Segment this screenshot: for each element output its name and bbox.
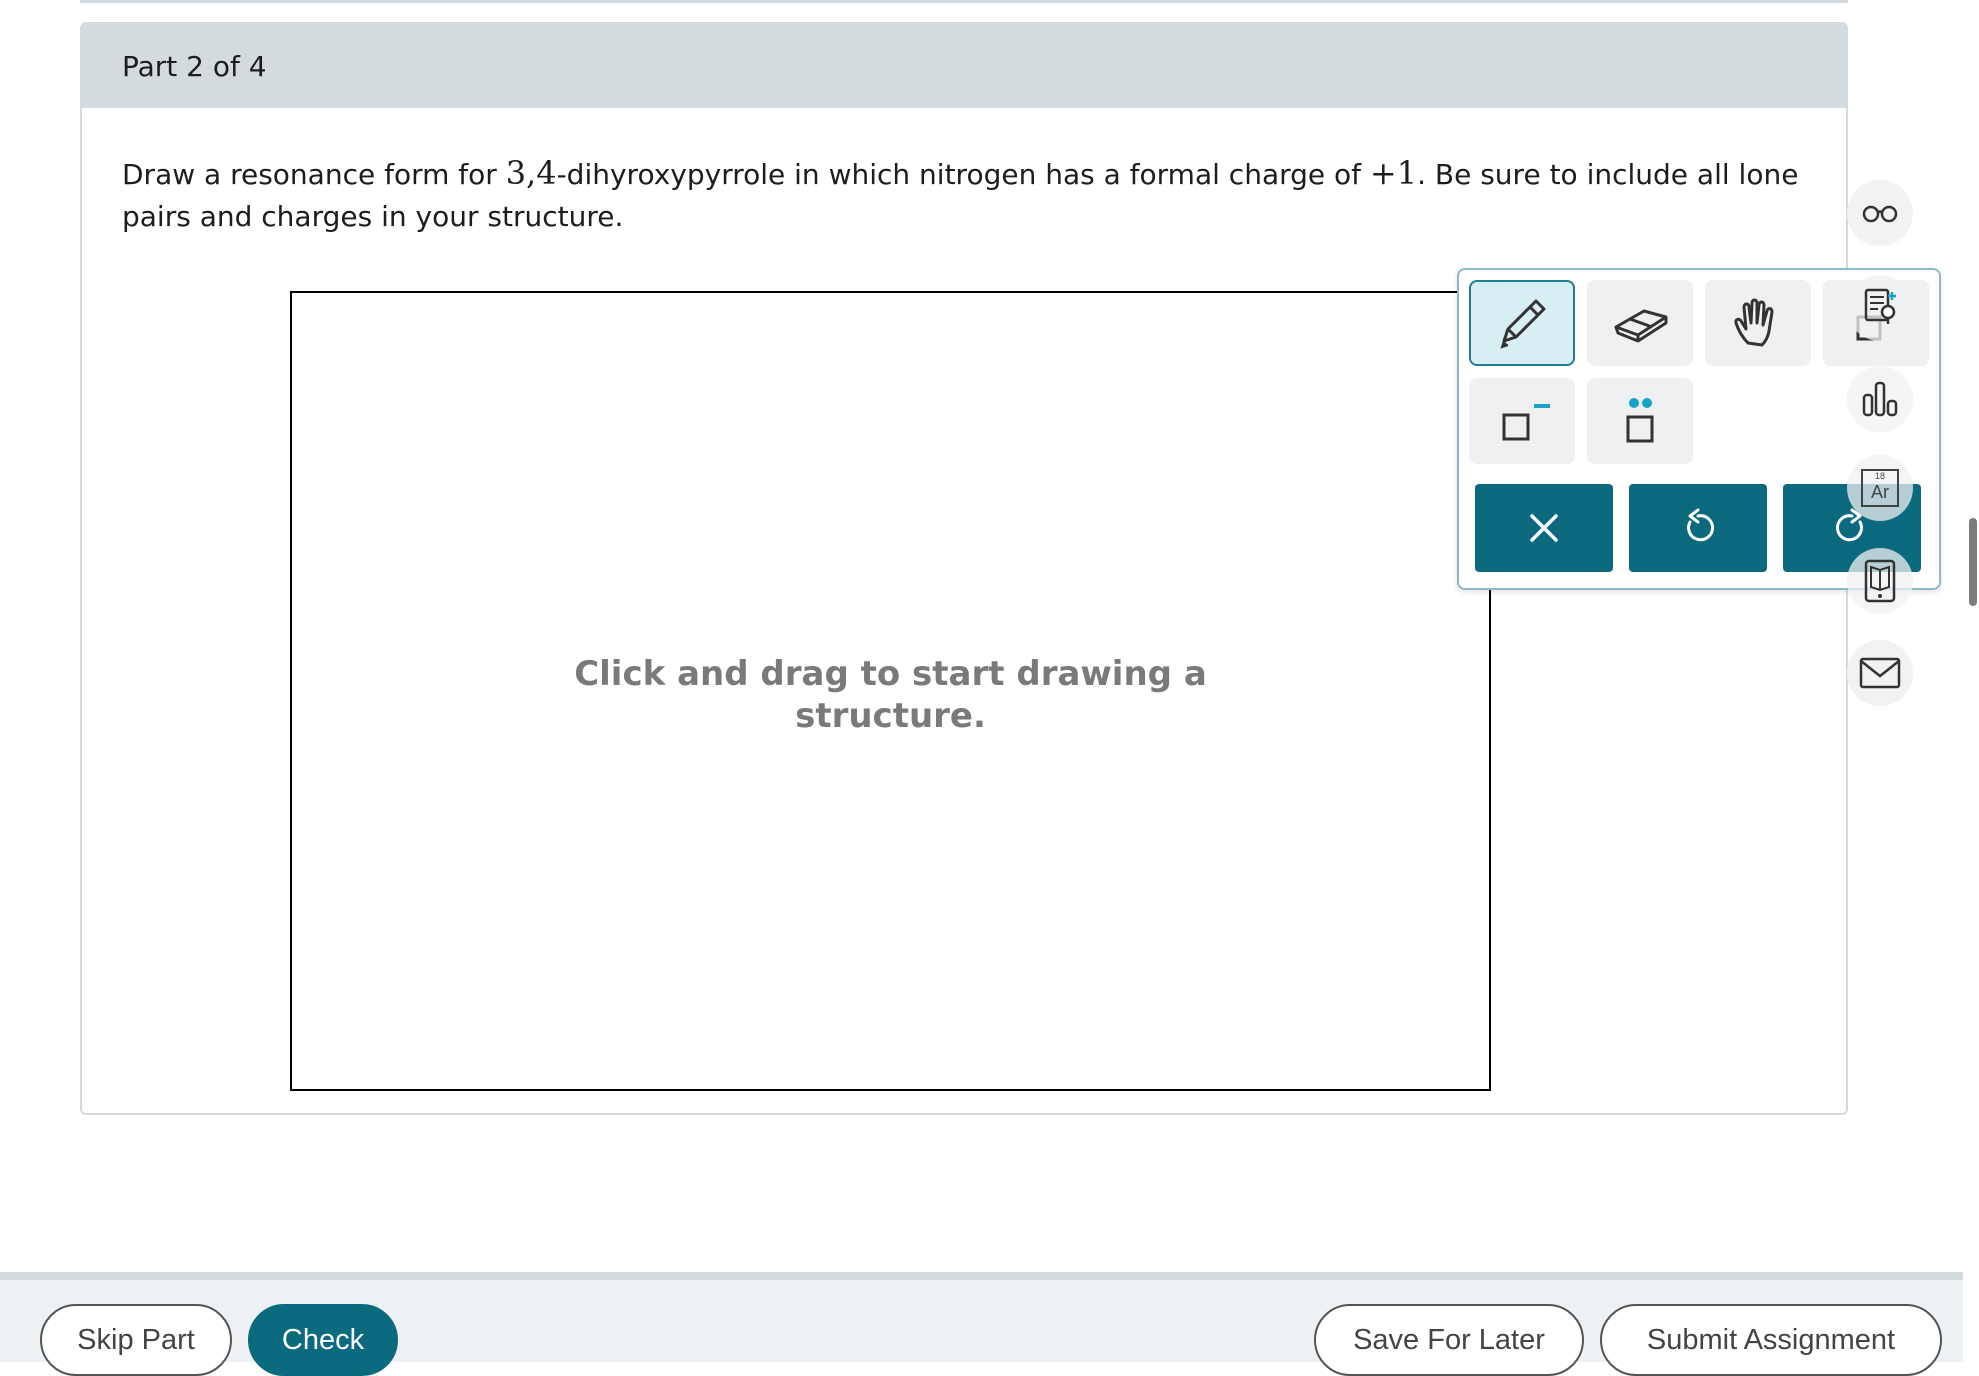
part-header: Part 2 of 4 — [82, 24, 1846, 108]
compound-number: 3,4 — [505, 154, 557, 192]
reading-glasses-icon — [1862, 205, 1898, 223]
hint-icon — [1864, 288, 1896, 324]
skip-part-button[interactable]: Skip Part — [40, 1304, 232, 1376]
eraser-icon — [1614, 309, 1668, 343]
previous-part-edge — [80, 0, 1848, 3]
hand-tool-button[interactable] — [1705, 280, 1811, 366]
footer-bar: Skip Part Check Save For Later Submit As… — [0, 1272, 1963, 1376]
scrollbar-thumb[interactable] — [1969, 518, 1977, 606]
lone-pair-icon — [1626, 398, 1654, 443]
check-button[interactable]: Check — [248, 1304, 398, 1376]
submit-assignment-button[interactable]: Submit Assignment — [1600, 1304, 1942, 1376]
hand-icon — [1734, 298, 1774, 347]
pencil-tool-button[interactable] — [1469, 280, 1575, 366]
canvas-hint: Click and drag to start drawing a struct… — [292, 653, 1489, 737]
periodic-tile-symbol: Ar — [1871, 482, 1889, 502]
charge-tool-button[interactable] — [1469, 378, 1575, 464]
canvas-hint-line-2: structure. — [795, 696, 986, 736]
question-text: Draw a resonance form for 3,4-dihyroxypy… — [122, 152, 1822, 238]
periodic-tile-number: 18 — [1874, 471, 1885, 481]
undo-button[interactable] — [1629, 484, 1767, 572]
mail-icon — [1859, 657, 1901, 689]
performance-button[interactable] — [1847, 366, 1913, 432]
lone-pair-tool-button[interactable] — [1587, 378, 1693, 464]
drawing-canvas[interactable]: Click and drag to start drawing a struct… — [290, 291, 1491, 1091]
periodic-table-button[interactable]: 18 Ar — [1847, 455, 1913, 521]
hint-button[interactable] — [1847, 275, 1913, 341]
part-label: Part 2 of 4 — [122, 49, 267, 83]
clear-icon — [1530, 514, 1558, 542]
question-text-1: Draw a resonance form for — [122, 158, 506, 191]
ebook-icon — [1864, 559, 1896, 603]
clear-button[interactable] — [1475, 484, 1613, 572]
periodic-table-icon: 18 Ar — [1861, 469, 1899, 507]
page-scrollbar[interactable] — [1963, 0, 1979, 1362]
bar-chart-icon — [1862, 381, 1898, 417]
ebook-button[interactable] — [1847, 548, 1913, 614]
undo-icon — [1687, 508, 1714, 542]
formal-charge-value: +1 — [1369, 154, 1418, 192]
charge-icon — [1502, 404, 1550, 441]
pencil-icon — [1500, 299, 1546, 349]
save-for-later-button[interactable]: Save For Later — [1314, 1304, 1584, 1376]
eraser-tool-button[interactable] — [1587, 280, 1693, 366]
question-text-2: -dihyroxypyrrole in which nitrogen has a… — [556, 158, 1370, 191]
canvas-hint-line-1: Click and drag to start drawing a — [574, 654, 1207, 694]
reading-mode-button[interactable] — [1847, 180, 1913, 246]
message-button[interactable] — [1847, 640, 1913, 706]
